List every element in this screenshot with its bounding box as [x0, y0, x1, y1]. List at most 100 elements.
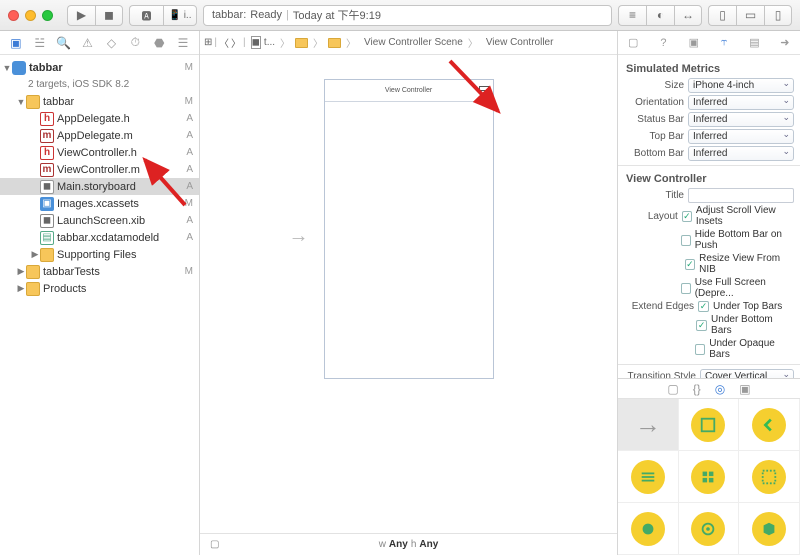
- connections-inspector-tab[interactable]: ➜: [777, 35, 793, 51]
- lib-item-6[interactable]: [618, 503, 679, 555]
- file-label: tabbarTests: [43, 266, 185, 278]
- layout-checkbox-0[interactable]: [682, 211, 692, 222]
- extend-checkbox-1[interactable]: [696, 320, 707, 331]
- library-grid[interactable]: →: [618, 399, 800, 555]
- toggle-inspector-button[interactable]: ▯: [764, 5, 792, 26]
- lib-item-2[interactable]: [739, 399, 800, 451]
- lib-item-7[interactable]: [679, 503, 740, 555]
- layout-checkbox-1[interactable]: [681, 235, 691, 246]
- size-inspector-tab[interactable]: ▤: [746, 35, 762, 51]
- object-library-tab[interactable]: ◎: [715, 382, 725, 396]
- minimize-window-button[interactable]: [25, 10, 36, 21]
- status-time: Today at 下午9:19: [293, 7, 381, 23]
- tree-item-viewcontroller-m[interactable]: mViewController.mA: [0, 161, 199, 178]
- view-controller-scene[interactable]: View Controller: [324, 79, 494, 379]
- tree-item-tabbar-xcdatamodeld[interactable]: ▤tabbar.xcdatamodeldA: [0, 229, 199, 246]
- title-field[interactable]: [688, 188, 794, 203]
- attributes-inspector-tab[interactable]: ⥾: [716, 35, 732, 51]
- file-label: ViewController.m: [57, 164, 186, 176]
- jump-folder-1[interactable]: [292, 38, 311, 48]
- tree-item-appdelegate-m[interactable]: mAppDelegate.mA: [0, 127, 199, 144]
- layout-checkbox-2[interactable]: [685, 259, 696, 270]
- project-navigator-tab[interactable]: ▣: [8, 35, 24, 51]
- toggle-navigator-button[interactable]: ▯: [708, 5, 736, 26]
- model-icon: ▤: [40, 231, 54, 245]
- scm-status: A: [186, 232, 193, 243]
- quickhelp-inspector-tab[interactable]: ?: [655, 35, 671, 51]
- scheme-group[interactable]: 🅰 📱 i..: [129, 5, 197, 26]
- outline-toggle-icon[interactable]: ▢: [210, 539, 219, 550]
- inspector-panel: ▢ ? ▣ ⥾ ▤ ➜ Simulated Metrics SizeiPhone…: [618, 31, 800, 555]
- tree-item-products[interactable]: ▶Products: [0, 280, 199, 297]
- debug-navigator-tab[interactable]: ⏱: [127, 35, 143, 51]
- activity-status: tabbar: Ready | Today at 下午9:19: [203, 5, 612, 26]
- storyboard-canvas[interactable]: → View Controller: [200, 55, 617, 533]
- project-tree[interactable]: ▼ tabbar M 2 targets, iOS SDK 8.2 ▼tabba…: [0, 55, 199, 555]
- issue-navigator-tab[interactable]: ⚠: [80, 35, 96, 51]
- tree-item-tabbartests[interactable]: ▶tabbarTestsM: [0, 263, 199, 280]
- scheme-device[interactable]: 📱 i..: [163, 5, 197, 26]
- tree-item-supporting-files[interactable]: ▶Supporting Files: [0, 246, 199, 263]
- lib-item-8[interactable]: [739, 503, 800, 555]
- view-controller-title: View Controller: [618, 169, 800, 187]
- file-label: LaunchScreen.xib: [57, 215, 186, 227]
- tree-item-launchscreen-xib[interactable]: ◼LaunchScreen.xibA: [0, 212, 199, 229]
- topbar-popup[interactable]: Inferred: [688, 129, 794, 144]
- size-class-bar[interactable]: ▢ wAny hAny: [200, 533, 617, 555]
- bottombar-popup[interactable]: Inferred: [688, 146, 794, 161]
- statusbar-popup[interactable]: Inferred: [688, 112, 794, 127]
- media-library-tab[interactable]: ▣: [739, 382, 750, 396]
- scm-status: A: [186, 181, 193, 192]
- forward-button[interactable]: 〉: [231, 35, 241, 50]
- code-snippet-library-tab[interactable]: {}: [693, 382, 701, 396]
- assistant-editor-button[interactable]: ◐: [646, 5, 674, 26]
- tree-item-tabbar[interactable]: ▼tabbarM: [0, 93, 199, 110]
- tree-item-main-storyboard[interactable]: ◼Main.storyboardA: [0, 178, 199, 195]
- extend-checkbox-2[interactable]: [695, 344, 706, 355]
- breakpoint-navigator-tab[interactable]: ⬣: [151, 35, 167, 51]
- version-editor-button[interactable]: ↔: [674, 5, 702, 26]
- symbol-navigator-tab[interactable]: ☱: [32, 35, 48, 51]
- transition-popup[interactable]: Cover Vertical: [700, 369, 794, 378]
- run-stop-group: ▶ ◼: [67, 5, 123, 26]
- tree-item-viewcontroller-h[interactable]: hViewController.hA: [0, 144, 199, 161]
- scm-status: M: [185, 96, 193, 107]
- standard-editor-button[interactable]: ≡: [618, 5, 646, 26]
- jump-viewcontroller[interactable]: View Controller: [480, 37, 557, 48]
- project-root[interactable]: ▼ tabbar M: [0, 59, 199, 76]
- extend-checkbox-0[interactable]: [698, 301, 709, 312]
- find-navigator-tab[interactable]: 🔍: [56, 35, 72, 51]
- stop-button[interactable]: ◼: [95, 5, 123, 26]
- xib-icon: ◼: [40, 214, 54, 228]
- lib-item-4[interactable]: [679, 451, 740, 503]
- jump-bar[interactable]: ⊞ | 〈 〉 | ◼t... 〉 〉 〉 View Controller Sc…: [200, 31, 617, 55]
- lib-item-5[interactable]: [739, 451, 800, 503]
- test-navigator-tab[interactable]: ◇: [103, 35, 119, 51]
- toggle-debug-button[interactable]: ▭: [736, 5, 764, 26]
- scheme-target[interactable]: 🅰: [129, 5, 163, 26]
- report-navigator-tab[interactable]: ☰: [175, 35, 191, 51]
- jump-folder-2[interactable]: [325, 38, 344, 48]
- orientation-popup[interactable]: Inferred: [688, 95, 794, 110]
- size-popup[interactable]: iPhone 4-inch: [688, 78, 794, 93]
- run-button[interactable]: ▶: [67, 5, 95, 26]
- identity-inspector-tab[interactable]: ▣: [686, 35, 702, 51]
- zoom-window-button[interactable]: [42, 10, 53, 21]
- layout-checkbox-3[interactable]: [681, 283, 691, 294]
- m-icon: m: [40, 163, 54, 177]
- file-template-library-tab[interactable]: ▢: [667, 382, 678, 396]
- tree-item-images-xcassets[interactable]: ▣Images.xcassetsM: [0, 195, 199, 212]
- file-inspector-tab[interactable]: ▢: [625, 35, 641, 51]
- jump-scene[interactable]: View Controller Scene: [358, 37, 466, 48]
- back-button[interactable]: 〈: [219, 35, 229, 50]
- tree-item-appdelegate-h[interactable]: hAppDelegate.hA: [0, 110, 199, 127]
- related-items-icon[interactable]: ⊞: [204, 37, 212, 48]
- jump-file[interactable]: ◼t...: [248, 36, 278, 49]
- lib-item-3[interactable]: [618, 451, 679, 503]
- h-icon: h: [40, 112, 54, 126]
- lib-item-viewcontroller[interactable]: →: [618, 399, 679, 451]
- device-navbar: View Controller: [325, 80, 493, 102]
- arrow-right-icon: →: [631, 408, 665, 442]
- close-window-button[interactable]: [8, 10, 19, 21]
- lib-item-1[interactable]: [679, 399, 740, 451]
